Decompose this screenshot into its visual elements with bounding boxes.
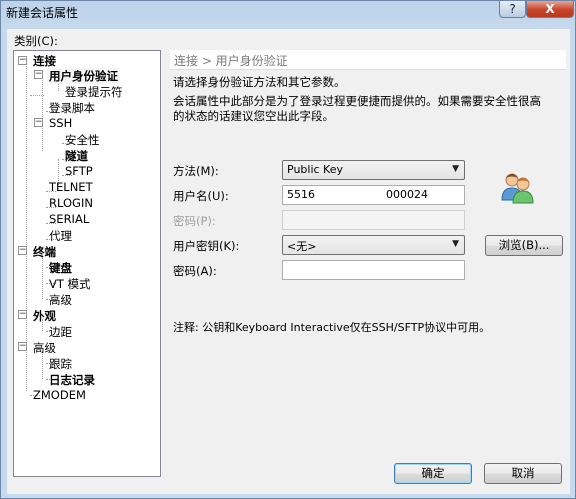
- tree-item-ssh[interactable]: SSH: [47, 116, 74, 130]
- browse-button[interactable]: 浏览(B)...: [485, 235, 563, 256]
- category-label: 类别(C):: [14, 34, 58, 48]
- password-p-input: [282, 210, 465, 230]
- username-value-end: 000024: [386, 188, 428, 201]
- collapse-terminal-icon[interactable]: −: [18, 246, 27, 255]
- method-label: 方法(M):: [173, 164, 219, 178]
- ok-button[interactable]: 确定: [394, 463, 472, 484]
- tree-item-logging[interactable]: 日志记录: [47, 372, 97, 388]
- users-icon: [501, 173, 534, 204]
- tree-item-login-prompts[interactable]: 登录提示符: [63, 84, 125, 100]
- panel-description: 请选择身份验证方法和其它参数。: [173, 75, 346, 89]
- tree-item-appearance[interactable]: 外观: [31, 308, 58, 324]
- username-value-start: 5516: [287, 188, 315, 201]
- tree-item-security[interactable]: 安全性: [63, 132, 102, 148]
- panel-note-line2: 的状态的话建议您空出此字段。: [173, 109, 334, 123]
- dialog-window: 新建会话属性 ? X 类别(C): − − − − − − 连接 用户身份验证 …: [0, 0, 576, 499]
- user-key-select[interactable]: <无> ▼: [282, 235, 465, 255]
- collapse-auth-icon[interactable]: −: [34, 70, 43, 79]
- tree-item-login-script[interactable]: 登录脚本: [47, 100, 97, 116]
- passphrase-input[interactable]: [282, 260, 465, 280]
- close-button[interactable]: X: [526, 1, 574, 18]
- tree-item-zmodem[interactable]: ZMODEM: [31, 388, 88, 402]
- window-title: 新建会话属性: [6, 6, 79, 20]
- collapse-appearance-icon[interactable]: −: [18, 310, 27, 319]
- cancel-button[interactable]: 取消: [484, 463, 562, 484]
- panel-breadcrumb: 连接 > 用户身份验证: [170, 50, 566, 70]
- collapse-connection-icon[interactable]: −: [18, 56, 27, 65]
- tree-item-proxy[interactable]: 代理: [47, 228, 74, 244]
- passphrase-label: 密码(A):: [173, 264, 217, 278]
- username-label: 用户名(U):: [173, 189, 229, 203]
- tree-item-serial[interactable]: SERIAL: [47, 212, 91, 226]
- panel-note-line1: 会话属性中此部分是为了登录过程更便捷而提供的。如果需要安全性很高: [173, 94, 541, 108]
- tree-item-user-auth[interactable]: 用户身份验证: [47, 68, 120, 84]
- help-button[interactable]: ?: [499, 1, 526, 18]
- tree-item-terminal-advanced[interactable]: 高级: [47, 292, 74, 308]
- tree-item-tunneling[interactable]: 隧道: [63, 148, 90, 164]
- protocol-note: 注释: 公钥和Keyboard Interactive仅在SSH/SFTP协议中…: [173, 321, 491, 334]
- user-key-select-value: <无>: [287, 240, 317, 253]
- dialog-body: 类别(C): − − − − − − 连接 用户身份验证 登录提示符 登录脚本 …: [7, 29, 570, 494]
- tree-item-connection[interactable]: 连接: [31, 53, 58, 69]
- category-tree[interactable]: − − − − − − 连接 用户身份验证 登录提示符 登录脚本 SSH 安全性…: [13, 50, 161, 477]
- user-key-label: 用户密钥(K):: [173, 239, 240, 253]
- chevron-down-icon: ▼: [452, 164, 459, 174]
- tree-item-rlogin[interactable]: RLOGIN: [47, 196, 95, 210]
- username-input[interactable]: 5516 000024: [282, 185, 465, 205]
- username-mask: [314, 186, 384, 204]
- tree-item-keyboard[interactable]: 键盘: [47, 260, 74, 276]
- collapse-advanced-icon[interactable]: −: [18, 342, 27, 351]
- method-select[interactable]: Public Key ▼: [282, 160, 465, 180]
- collapse-ssh-icon[interactable]: −: [34, 118, 43, 127]
- tree-item-sftp[interactable]: SFTP: [63, 164, 95, 178]
- password-p-label: 密码(P):: [173, 214, 216, 228]
- tree-item-advanced[interactable]: 高级: [31, 340, 58, 356]
- tree-item-telnet[interactable]: TELNET: [47, 180, 95, 194]
- chevron-down-icon: ▼: [452, 239, 459, 249]
- tree-item-trace[interactable]: 跟踪: [47, 356, 74, 372]
- tree-item-terminal[interactable]: 终端: [31, 244, 58, 260]
- title-bar: 新建会话属性 ? X: [1, 1, 575, 23]
- method-select-value: Public Key: [287, 163, 343, 176]
- tree-item-vt-modes[interactable]: VT 模式: [47, 276, 93, 292]
- tree-item-margins[interactable]: 边距: [47, 324, 74, 340]
